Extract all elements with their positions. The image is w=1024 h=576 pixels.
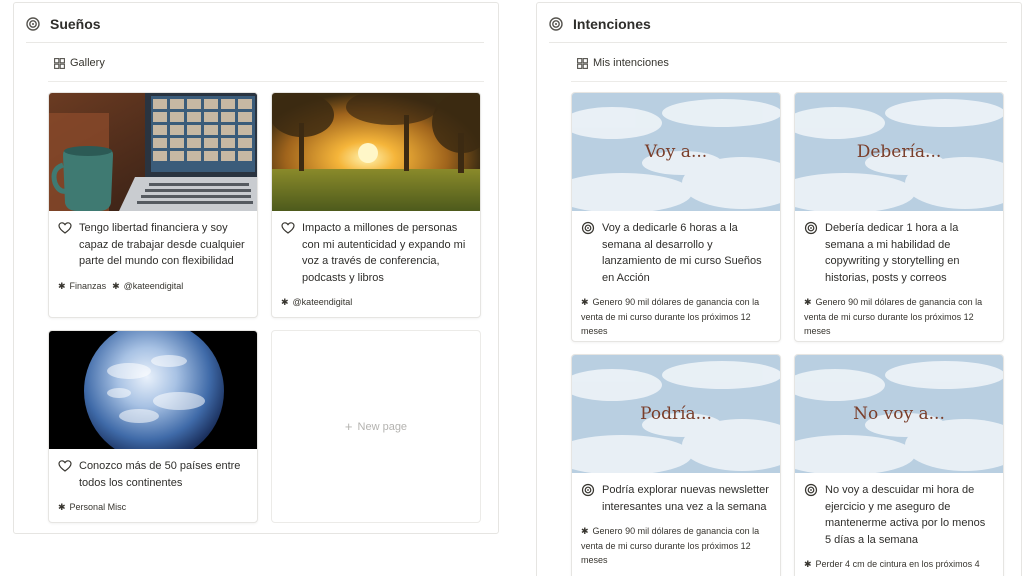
cover-text: Debería... xyxy=(856,142,942,162)
asterisk-icon: ✱ xyxy=(58,502,66,512)
asterisk-icon: ✱ xyxy=(581,526,589,536)
card-title-text: No voy a descuidar mi hora de ejercicio … xyxy=(825,484,986,546)
gallery-card[interactable]: Conozco más de 50 países entre todos los… xyxy=(48,330,258,523)
card-title: Voy a dedicarle 6 horas a la semana al d… xyxy=(581,220,771,286)
view-tab-gallery[interactable]: Gallery xyxy=(54,57,105,69)
property-text: Perder 4 cm de cintura en los próximos 4… xyxy=(804,559,980,576)
card-title: Debería dedicar 1 hora a la semana a mi … xyxy=(804,220,994,286)
asterisk-icon: ✱ xyxy=(112,280,120,291)
card-title-text: Impacto a millones de personas con mi au… xyxy=(302,222,466,284)
suenos-panel: Sueños Gallery Tengo libertad financiera… xyxy=(13,2,499,534)
gallery-icon xyxy=(577,57,588,69)
tag-label: Personal Misc xyxy=(69,502,127,512)
suenos-header: Sueños xyxy=(26,13,101,35)
card-cover-clouds: Debería... xyxy=(795,93,1003,211)
card-title: Tengo libertad financiera y soy capaz de… xyxy=(58,220,248,270)
heart-icon xyxy=(58,222,72,234)
cover-text: Podría... xyxy=(640,404,712,424)
card-tags: ✱ Finanzas ✱ @kateendigital xyxy=(58,279,248,294)
card-cover-clouds: No voy a... xyxy=(795,355,1003,473)
card-property: ✱ Genero 90 mil dólares de ganancia con l… xyxy=(581,524,771,568)
view-tab-label: Mis intenciones xyxy=(593,57,669,69)
tag-label: @kateendigital xyxy=(123,280,184,291)
property-text: Genero 90 mil dólares de ganancia con la… xyxy=(804,297,983,336)
card-tags: ✱ Personal Misc xyxy=(58,500,248,515)
heart-icon xyxy=(58,460,72,472)
card-title: Conozco más de 50 países entre todos los… xyxy=(58,458,248,491)
gallery-card[interactable]: Debería... Debería dedicar 1 hora a la s… xyxy=(794,92,1004,342)
card-property: ✱ Genero 90 mil dólares de ganancia con l… xyxy=(581,295,771,339)
card-title: Podría explorar nuevas newsletter intere… xyxy=(581,482,771,515)
card-title-text: Debería dedicar 1 hora a la semana a mi … xyxy=(825,222,960,284)
asterisk-icon: ✱ xyxy=(804,559,812,569)
cover-text: Voy a... xyxy=(644,142,708,162)
card-title-text: Tengo libertad financiera y soy capaz de… xyxy=(79,222,245,267)
asterisk-icon: ✱ xyxy=(58,280,66,291)
gallery-card[interactable]: Voy a... Voy a dedicarle 6 horas a la se… xyxy=(571,92,781,342)
gallery-card[interactable]: Impacto a millones de personas con mi au… xyxy=(271,92,481,318)
plus-icon: + xyxy=(344,419,353,434)
target-icon xyxy=(581,221,595,235)
divider xyxy=(26,42,484,43)
card-title-text: Conozco más de 50 países entre todos los… xyxy=(79,460,241,489)
tag-item: ✱ @kateendigital xyxy=(112,279,183,294)
target-icon xyxy=(26,17,40,31)
card-cover-clouds: Podría... xyxy=(572,355,780,473)
target-icon xyxy=(804,483,818,497)
target-icon xyxy=(549,17,563,31)
gallery-card[interactable]: No voy a... No voy a descuidar mi hora d… xyxy=(794,354,1004,576)
card-property: ✱ Genero 90 mil dólares de ganancia con l… xyxy=(804,295,994,339)
card-title: No voy a descuidar mi hora de ejercicio … xyxy=(804,482,994,548)
card-cover-laptop xyxy=(49,93,257,211)
card-tags: ✱ @kateendigital xyxy=(281,295,471,310)
card-cover-sunset xyxy=(272,93,480,211)
intenciones-panel: Intenciones Mis intenciones Voy a... Voy… xyxy=(536,2,1022,576)
tag-item: ✱ Personal Misc xyxy=(58,500,126,515)
heart-icon xyxy=(281,222,295,234)
card-cover-earth xyxy=(49,331,257,449)
cover-text: No voy a... xyxy=(853,404,945,424)
new-page-label: New page xyxy=(357,420,408,433)
card-cover-clouds: Voy a... xyxy=(572,93,780,211)
gallery-card[interactable]: Podría... Podría explorar nuevas newslet… xyxy=(571,354,781,576)
card-property: ✱ Perder 4 cm de cintura en los próximos … xyxy=(804,557,994,576)
tag-label: @kateendigital xyxy=(292,297,353,307)
view-tab-mis-intenciones[interactable]: Mis intenciones xyxy=(577,57,669,69)
asterisk-icon: ✱ xyxy=(281,297,289,307)
divider xyxy=(549,42,1007,43)
gallery-card[interactable]: Tengo libertad financiera y soy capaz de… xyxy=(48,92,258,318)
divider xyxy=(48,81,484,82)
tag-item: ✱ @kateendigital xyxy=(281,295,352,310)
view-tab-label: Gallery xyxy=(70,57,105,69)
property-text: Genero 90 mil dólares de ganancia con la… xyxy=(581,526,760,565)
divider xyxy=(571,81,1007,82)
intenciones-title[interactable]: Intenciones xyxy=(573,16,651,32)
tag-item: ✱ Finanzas xyxy=(58,279,106,294)
tag-label: Finanzas xyxy=(69,280,107,291)
card-title-text: Podría explorar nuevas newsletter intere… xyxy=(602,484,769,513)
asterisk-icon: ✱ xyxy=(804,297,812,307)
card-title-text: Voy a dedicarle 6 horas a la semana al d… xyxy=(602,222,762,284)
asterisk-icon: ✱ xyxy=(581,297,589,307)
target-icon xyxy=(804,221,818,235)
card-title: Impacto a millones de personas con mi au… xyxy=(281,220,471,286)
target-icon xyxy=(581,483,595,497)
suenos-title[interactable]: Sueños xyxy=(50,16,101,32)
property-text: Genero 90 mil dólares de ganancia con la… xyxy=(581,297,760,336)
intenciones-header: Intenciones xyxy=(549,13,651,35)
gallery-icon xyxy=(54,57,65,69)
new-page-button[interactable]: + New page xyxy=(271,330,481,523)
